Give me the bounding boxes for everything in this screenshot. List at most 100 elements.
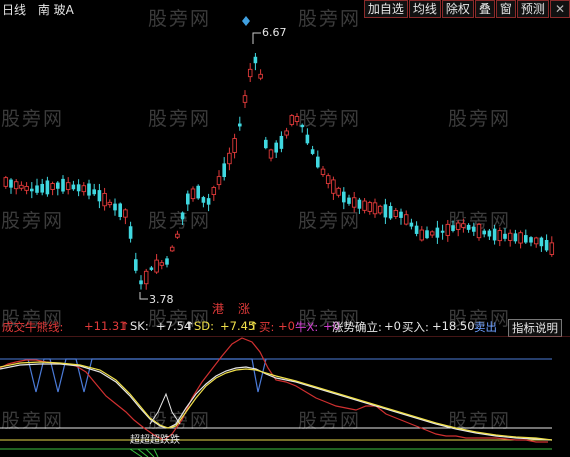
candle	[92, 189, 96, 195]
candle	[507, 232, 513, 241]
candle	[118, 203, 122, 217]
candle	[325, 175, 331, 185]
candle	[429, 231, 435, 236]
candle	[492, 228, 497, 241]
candle	[268, 149, 274, 159]
candle	[30, 188, 34, 192]
candle	[3, 177, 9, 187]
candle	[342, 191, 346, 203]
candle	[393, 209, 399, 218]
candle	[455, 222, 461, 230]
candle	[310, 149, 315, 154]
indicator-chart[interactable]: 超超超跌跌	[0, 336, 570, 457]
candle	[539, 237, 544, 247]
candle	[206, 198, 211, 205]
diamond-icon	[242, 16, 250, 26]
spike-line	[149, 392, 181, 425]
candle	[45, 180, 50, 195]
candle	[196, 185, 200, 199]
candle	[305, 134, 310, 144]
low-marker	[139, 292, 148, 300]
candle	[529, 237, 533, 243]
candle	[9, 179, 13, 188]
candle	[294, 116, 300, 122]
candle	[159, 262, 165, 266]
buyin-value: +18.50	[432, 319, 475, 333]
candle	[216, 176, 222, 186]
candle	[169, 246, 175, 252]
candle	[351, 197, 357, 208]
up-arrow-icon: ↑	[120, 319, 130, 333]
candle	[331, 179, 336, 194]
candle	[242, 95, 248, 103]
candle	[533, 237, 539, 245]
candle	[87, 183, 91, 196]
candle	[113, 203, 117, 211]
candle	[107, 201, 113, 206]
candle	[372, 202, 378, 215]
candle	[134, 259, 138, 271]
buy-value: +0	[278, 319, 295, 333]
candle	[19, 184, 24, 189]
candle	[165, 258, 169, 265]
candle	[316, 156, 320, 168]
up-arrow-icon: ↑	[249, 319, 259, 333]
candle	[403, 214, 409, 225]
candle	[435, 227, 440, 238]
bull-bear-line	[0, 337, 548, 443]
sk-label: SK:	[130, 319, 149, 333]
candle	[149, 267, 154, 270]
candle	[253, 56, 258, 64]
candle	[362, 200, 367, 211]
gang-mark: 港	[212, 302, 225, 316]
candle	[503, 233, 507, 239]
sell-label: 卖出	[474, 320, 497, 334]
candle	[388, 206, 393, 219]
candle	[24, 186, 29, 191]
candle	[71, 184, 76, 190]
candlestick-chart[interactable]	[0, 0, 570, 318]
indicator-header: 成交牛熊线: +11.31 ↑ SK: +7.54 ↑ SD: +7.45 ↑ …	[0, 319, 570, 337]
candle	[466, 224, 471, 230]
candle	[518, 232, 523, 244]
candle	[40, 183, 44, 193]
candle	[544, 239, 549, 251]
sd-label: SD:	[194, 319, 215, 333]
zhang-mark: 涨	[238, 302, 251, 316]
trend-value: +0	[384, 319, 401, 333]
candle	[357, 199, 362, 209]
candle	[472, 226, 476, 232]
low-price-label: 3.78	[149, 293, 174, 306]
candle	[232, 138, 237, 153]
candle	[35, 185, 39, 193]
candle	[227, 152, 232, 165]
candle	[513, 233, 518, 242]
indicator-name: 成交牛熊线:	[2, 320, 64, 334]
buy-label: 买:	[259, 320, 275, 334]
candle	[97, 190, 102, 202]
candle	[258, 73, 263, 79]
bull-label: 牛X:	[295, 320, 319, 334]
candle	[320, 168, 326, 175]
candle	[461, 223, 466, 228]
candle	[13, 181, 19, 190]
candle	[549, 242, 555, 255]
candle	[222, 163, 226, 178]
candle	[50, 183, 55, 190]
candle	[123, 209, 128, 218]
candle	[347, 197, 351, 204]
candle	[274, 142, 278, 153]
candle	[524, 235, 528, 243]
candle	[264, 139, 268, 149]
candle	[128, 226, 133, 239]
candle	[154, 259, 159, 273]
candle	[61, 178, 65, 192]
candle	[143, 270, 149, 285]
candle	[211, 187, 217, 195]
candle	[383, 204, 388, 218]
candle	[284, 130, 289, 136]
candle	[289, 115, 295, 125]
candle	[336, 187, 341, 196]
candle	[279, 135, 284, 149]
indicator-help-button[interactable]: 指标说明	[508, 319, 562, 337]
